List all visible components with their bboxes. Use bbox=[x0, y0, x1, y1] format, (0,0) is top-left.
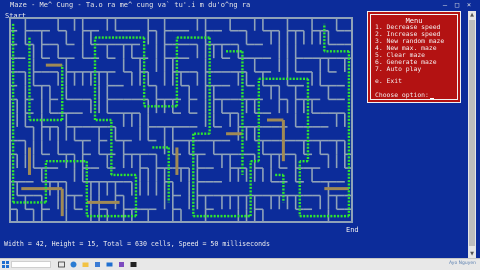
console-window: Maze - Me^ Cung - Ta.o ra me^ cung va` t… bbox=[0, 0, 480, 258]
menu-panel: Menu 1. Decrease speed 2. Increase speed… bbox=[367, 11, 461, 103]
choose-option-prompt[interactable]: Choose option: bbox=[375, 92, 434, 99]
menu-item-exit[interactable]: e. Exit bbox=[375, 78, 402, 85]
console-app-icon[interactable] bbox=[130, 261, 137, 268]
file-explorer-icon[interactable] bbox=[82, 261, 89, 268]
prompt-text: Choose option: bbox=[375, 91, 429, 99]
visual-studio-icon[interactable] bbox=[118, 261, 125, 268]
mail-icon[interactable] bbox=[106, 261, 113, 268]
windows-start-icon[interactable] bbox=[2, 261, 9, 268]
store-icon[interactable] bbox=[94, 261, 101, 268]
window-title: Maze - Me^ Cung - Ta.o ra me^ cung va` t… bbox=[10, 1, 251, 9]
menu-item-auto-play[interactable]: 7. Auto play bbox=[375, 66, 421, 73]
task-view-icon[interactable] bbox=[58, 261, 65, 268]
scroll-down-arrow-icon[interactable]: ▼ bbox=[468, 250, 476, 258]
end-label: End bbox=[346, 226, 359, 234]
edge-browser-icon[interactable] bbox=[70, 261, 77, 268]
taskbar-search-box[interactable] bbox=[11, 261, 51, 268]
watermark-text: Ayo Nguyen bbox=[449, 261, 476, 266]
status-line: Width = 42, Height = 15, Total = 630 cel… bbox=[4, 240, 270, 248]
scrollbar-thumb[interactable] bbox=[469, 20, 475, 246]
vertical-scrollbar[interactable]: ▲ ▼ bbox=[468, 11, 476, 258]
scroll-up-arrow-icon[interactable]: ▲ bbox=[468, 11, 476, 19]
close-button[interactable]: × bbox=[464, 0, 474, 11]
maze-grid bbox=[9, 17, 353, 223]
taskbar: Ayo Nguyen bbox=[0, 258, 480, 270]
text-cursor bbox=[429, 98, 434, 99]
